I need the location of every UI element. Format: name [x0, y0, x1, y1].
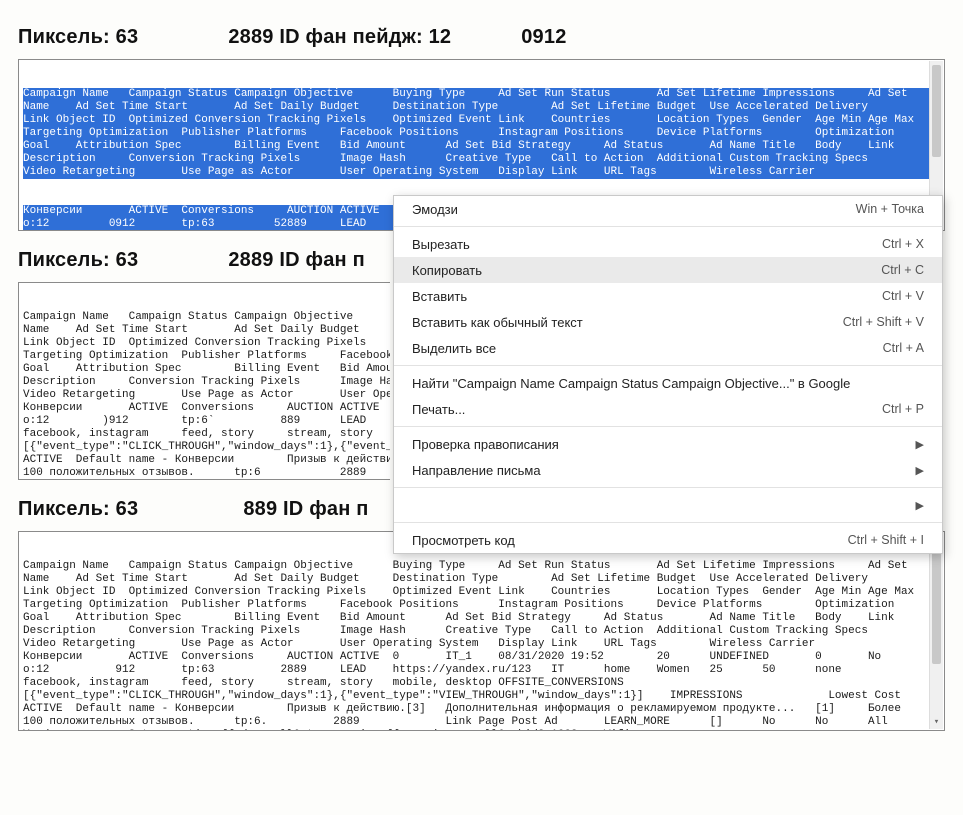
menu-item-label: Выделить все — [412, 341, 871, 356]
text-line: Link Object ID Optimized Conversion Trac… — [23, 586, 940, 599]
text-line: Name Ad Set Time Start Ad Set Daily Budg… — [23, 324, 386, 337]
menu-item-label: Направление письма — [412, 463, 904, 478]
menu-item-label: Вырезать — [412, 237, 870, 252]
text-line: Campaign Name Campaign Status Campaign O… — [23, 311, 386, 324]
text-line: [{"event_type":"CLICK_THROUGH","window_d… — [23, 441, 386, 454]
heading-3-left: Пиксель: 63 — [18, 498, 138, 520]
menu-item-label: Просмотреть код — [412, 533, 836, 548]
menu-separator — [394, 365, 942, 366]
text-line: Video Retargeting Use Page as Actor User… — [23, 166, 940, 179]
menu-item-shortcut: Ctrl + V — [870, 289, 924, 303]
chevron-right-icon: ▶ — [904, 499, 924, 512]
textarea-block-2[interactable]: Campaign Name Campaign Status Campaign O… — [18, 282, 390, 480]
heading-1: Пиксель: 63 2889 ID фан пейдж: 12 0912 — [18, 26, 945, 49]
text-line: Campaign Name Campaign Status Campaign O… — [23, 88, 940, 101]
text-line: 100 положительных отзывов. tp:6 2889 — [23, 467, 386, 480]
menu-item[interactable]: Вставить как обычный текстCtrl + Shift +… — [394, 309, 942, 335]
menu-item[interactable]: ВставитьCtrl + V — [394, 283, 942, 309]
text-line: Description Conversion Tracking Pixels I… — [23, 376, 386, 389]
menu-item[interactable]: Найти "Campaign Name Campaign Status Cam… — [394, 370, 942, 396]
menu-item[interactable]: ▶ — [394, 492, 942, 518]
menu-item[interactable]: ЭмодзиWin + Точка — [394, 196, 942, 222]
menu-item-label: Найти "Campaign Name Campaign Status Cam… — [412, 376, 924, 391]
menu-separator — [394, 226, 942, 227]
menu-item-shortcut: Win + Точка — [844, 202, 924, 216]
menu-item[interactable]: Печать...Ctrl + P — [394, 396, 942, 422]
text-line: facebook, instagram feed, story stream, … — [23, 677, 940, 690]
text-line: facebook, instagram feed, story stream, … — [23, 428, 386, 441]
menu-item-label: Вставить как обычный текст — [412, 315, 831, 330]
text-line: Description Conversion Tracking Pixels I… — [23, 153, 940, 166]
heading-2-mid: 2889 ID фан п — [228, 249, 365, 271]
menu-item[interactable]: КопироватьCtrl + C — [394, 257, 942, 283]
menu-item-label: Копировать — [412, 263, 869, 278]
chevron-right-icon: ▶ — [904, 438, 924, 451]
text-line: Targeting Optimization Publisher Platfor… — [23, 599, 940, 612]
text-line: Link Object ID Optimized Conversion Trac… — [23, 337, 386, 350]
menu-item-label: Печать... — [412, 402, 870, 417]
menu-separator — [394, 426, 942, 427]
menu-separator — [394, 487, 942, 488]
scroll-thumb[interactable] — [932, 537, 941, 664]
menu-item-label: Эмодзи — [412, 202, 844, 217]
text-line: [{"event_type":"CLICK_THROUGH","window_d… — [23, 690, 940, 703]
menu-item-shortcut: Ctrl + P — [870, 402, 924, 416]
text-line: Targeting Optimization Publisher Platfor… — [23, 127, 940, 140]
text-line: o:12 )912 tp:6` 889 LEAD https:/ — [23, 415, 386, 428]
text-line: ACTIVE Default name - Конверсии Призыв к… — [23, 454, 386, 467]
heading-1-mid: 2889 ID фан пейдж: 12 — [228, 26, 451, 48]
menu-item-shortcut: Ctrl + C — [869, 263, 924, 277]
menu-item[interactable]: Выделить всеCtrl + A — [394, 335, 942, 361]
menu-item-shortcut: Ctrl + Shift + I — [836, 533, 924, 547]
text-line: Link Object ID Optimized Conversion Trac… — [23, 114, 940, 127]
text-line: Video Retargeting Use Page as Actor User… — [23, 638, 940, 651]
text-line: Конверсии ACTIVE Conversions AUCTION ACT… — [23, 651, 940, 664]
heading-1-right: 0912 — [521, 26, 566, 48]
menu-item[interactable]: Проверка правописания▶ — [394, 431, 942, 457]
text-line: Description Conversion Tracking Pixels I… — [23, 625, 940, 638]
menu-item-label: Вставить — [412, 289, 870, 304]
text-line: Конверсии ACTIVE Conversions AUCTION ACT… — [23, 402, 386, 415]
menu-separator — [394, 522, 942, 523]
heading-3-mid: 889 ID фан п — [243, 498, 368, 520]
text-line: Yandex.ru ?utm_creative={{ad.name}}&utm_… — [23, 729, 940, 731]
text-line: 100 положительных отзывов. tp:6. 2889 Li… — [23, 716, 940, 729]
text-line: Goal Attribution Spec Billing Event Bid … — [23, 363, 386, 376]
text-line: Targeting Optimization Publisher Platfor… — [23, 350, 386, 363]
menu-item-shortcut: Ctrl + A — [871, 341, 924, 355]
menu-item[interactable]: Направление письма▶ — [394, 457, 942, 483]
text-line: Name Ad Set Time Start Ad Set Daily Budg… — [23, 573, 940, 586]
heading-2-left: Пиксель: 63 — [18, 249, 138, 271]
chevron-right-icon: ▶ — [904, 464, 924, 477]
text-line: Video Retargeting Use Page as Actor User… — [23, 389, 386, 402]
menu-item-shortcut: Ctrl + Shift + V — [831, 315, 924, 329]
text-line: Goal Attribution Spec Billing Event Bid … — [23, 612, 940, 625]
text-line: ACTIVE Default name - Конверсии Призыв к… — [23, 703, 940, 716]
menu-item-label: Проверка правописания — [412, 437, 904, 452]
text-line: Goal Attribution Spec Billing Event Bid … — [23, 140, 940, 153]
menu-item-shortcut: Ctrl + X — [870, 237, 924, 251]
context-menu: ЭмодзиWin + ТочкаВырезатьCtrl + XКопиров… — [393, 195, 943, 554]
menu-item[interactable]: ВырезатьCtrl + X — [394, 231, 942, 257]
text-line: Name Ad Set Time Start Ad Set Daily Budg… — [23, 101, 940, 114]
scroll-down-icon[interactable]: ▾ — [930, 715, 943, 729]
heading-1-left: Пиксель: 63 — [18, 26, 138, 48]
menu-item[interactable]: Просмотреть кодCtrl + Shift + I — [394, 527, 942, 553]
text-line: Campaign Name Campaign Status Campaign O… — [23, 560, 940, 573]
textarea-block-3[interactable]: Campaign Name Campaign Status Campaign O… — [18, 531, 945, 731]
scroll-thumb[interactable] — [932, 65, 941, 157]
scrollbar[interactable]: ▴ ▾ — [929, 533, 943, 729]
text-line: o:12 912 tp:63 2889 LEAD https://yandex.… — [23, 664, 940, 677]
